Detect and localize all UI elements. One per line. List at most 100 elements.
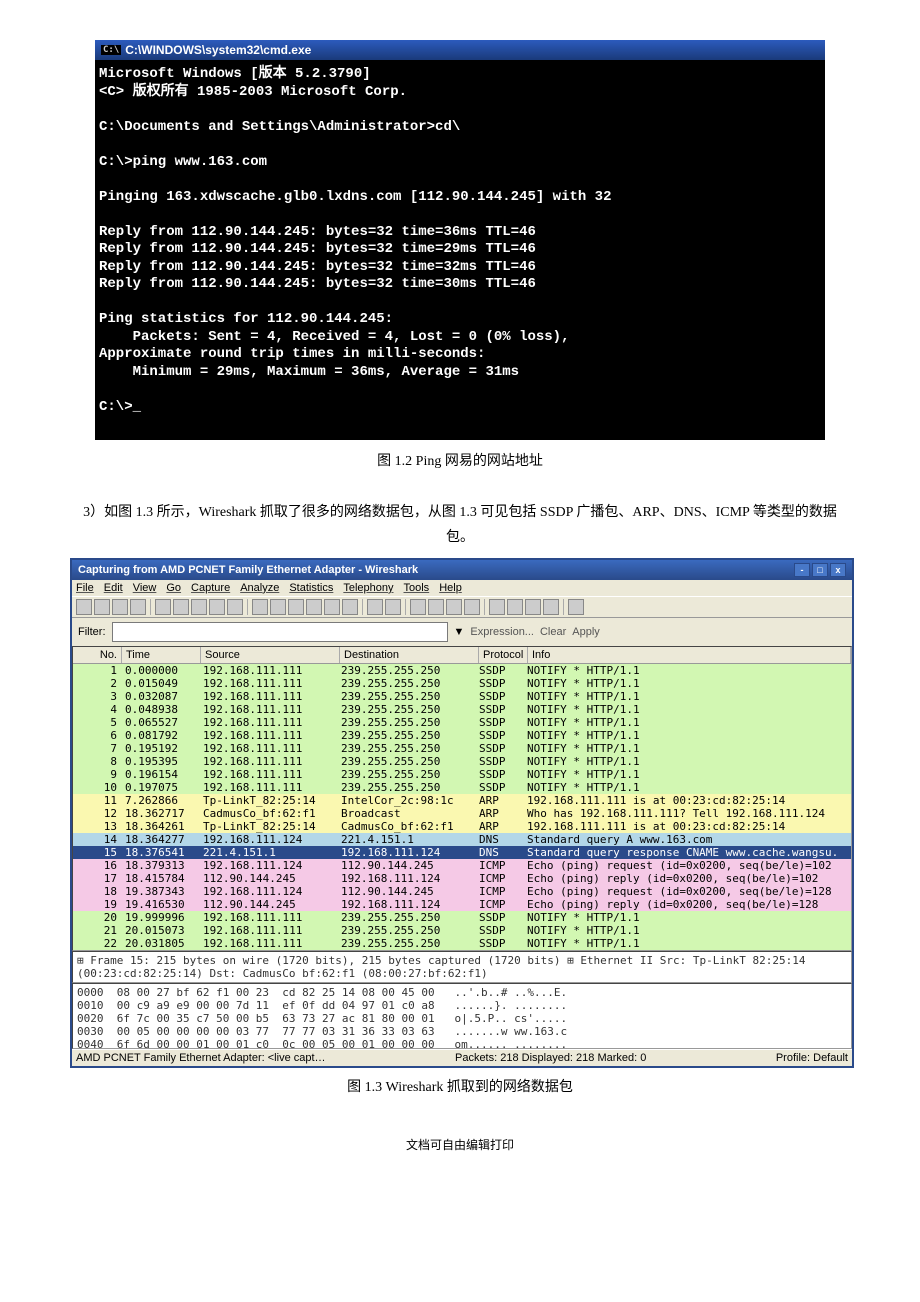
packet-row[interactable]: 90.196154192.168.111.111239.255.255.250S… <box>73 768 851 781</box>
packet-row[interactable]: 2019.999996192.168.111.111239.255.255.25… <box>73 911 851 924</box>
separator <box>150 599 151 615</box>
statusbar: AMD PCNET Family Ethernet Adapter: <live… <box>72 1049 852 1066</box>
packet-row[interactable]: 1718.415784112.90.144.245192.168.111.124… <box>73 872 851 885</box>
packet-row[interactable]: 117.262866Tp-LinkT_82:25:14IntelCor_2c:9… <box>73 794 851 807</box>
packet-row[interactable]: 40.048938192.168.111.111239.255.255.250S… <box>73 703 851 716</box>
col-destination[interactable]: Destination <box>340 647 479 663</box>
packet-row[interactable]: 1318.364261Tp-LinkT_82:25:14CadmusCo_bf:… <box>73 820 851 833</box>
toolbar-icon[interactable] <box>112 599 128 615</box>
toolbar-icon[interactable] <box>525 599 541 615</box>
toolbar-icon[interactable] <box>385 599 401 615</box>
wireshark-title-text: Capturing from AMD PCNET Family Ethernet… <box>78 564 418 576</box>
toolbar-icon[interactable] <box>568 599 584 615</box>
cmd-output: Microsoft Windows [版本 5.2.3790] <C> 版权所有… <box>95 60 825 440</box>
figure-1-2-caption: 图 1.2 Ping 网易的网站地址 <box>70 450 850 470</box>
expression-button[interactable]: Expression... <box>470 626 534 638</box>
filter-bar: Filter: ▼ Expression... Clear Apply <box>72 618 852 646</box>
toolbar-icon[interactable] <box>428 599 444 615</box>
wireshark-window: Capturing from AMD PCNET Family Ethernet… <box>70 558 854 1068</box>
menubar: File Edit View Go Capture Analyze Statistics Te… <box>72 580 852 596</box>
packet-row[interactable]: 2220.031805192.168.111.111239.255.255.25… <box>73 937 851 950</box>
col-source[interactable]: Source <box>201 647 340 663</box>
separator <box>362 599 363 615</box>
dropdown-icon[interactable]: ▼ <box>454 626 465 638</box>
menu-go[interactable]: Go <box>166 582 181 594</box>
menu-capture[interactable]: Capture <box>191 582 230 594</box>
toolbar-icon[interactable] <box>270 599 286 615</box>
col-info[interactable]: Info <box>528 647 851 663</box>
menu-view[interactable]: View <box>133 582 157 594</box>
toolbar-icon[interactable] <box>306 599 322 615</box>
menu-telephony[interactable]: Telephony <box>343 582 393 594</box>
maximize-button[interactable]: □ <box>812 563 828 577</box>
apply-button[interactable]: Apply <box>572 626 600 638</box>
status-packets: Packets: 218 Displayed: 218 Marked: 0 <box>455 1052 646 1064</box>
toolbar-icon[interactable] <box>155 599 171 615</box>
menu-help[interactable]: Help <box>439 582 462 594</box>
packet-row[interactable]: 20.015049192.168.111.111239.255.255.250S… <box>73 677 851 690</box>
filter-input[interactable] <box>112 622 448 642</box>
packet-row[interactable]: 1919.416530112.90.144.245192.168.111.124… <box>73 898 851 911</box>
col-protocol[interactable]: Protocol <box>479 647 528 663</box>
toolbar-icon[interactable] <box>507 599 523 615</box>
menu-tools[interactable]: Tools <box>404 582 430 594</box>
toolbar <box>72 596 852 618</box>
separator <box>563 599 564 615</box>
packet-row[interactable]: 60.081792192.168.111.111239.255.255.250S… <box>73 729 851 742</box>
close-button[interactable]: x <box>830 563 846 577</box>
separator <box>405 599 406 615</box>
packet-row[interactable]: 30.032087192.168.111.111239.255.255.250S… <box>73 690 851 703</box>
paragraph: 3）如图 1.3 所示，Wireshark 抓取了很多的网络数据包，从图 1.3… <box>70 500 850 550</box>
packet-bytes[interactable]: 0000 08 00 27 bf 62 f1 00 23 cd 82 25 14… <box>72 983 852 1049</box>
menu-edit[interactable]: Edit <box>104 582 123 594</box>
separator <box>484 599 485 615</box>
packet-row[interactable]: 1418.364277192.168.111.124221.4.151.1DNS… <box>73 833 851 846</box>
minimize-button[interactable]: - <box>794 563 810 577</box>
packet-row[interactable]: 1819.387343192.168.111.124112.90.144.245… <box>73 885 851 898</box>
packet-details[interactable]: ⊞ Frame 15: 215 bytes on wire (1720 bits… <box>72 951 852 983</box>
toolbar-icon[interactable] <box>446 599 462 615</box>
toolbar-icon[interactable] <box>76 599 92 615</box>
menu-statistics[interactable]: Statistics <box>289 582 333 594</box>
menu-analyze[interactable]: Analyze <box>240 582 279 594</box>
packet-row[interactable]: 10.000000192.168.111.111239.255.255.250S… <box>73 664 851 677</box>
packet-row[interactable]: 2120.015073192.168.111.111239.255.255.25… <box>73 924 851 937</box>
toolbar-icon[interactable] <box>288 599 304 615</box>
packet-row[interactable]: 80.195395192.168.111.111239.255.255.250S… <box>73 755 851 768</box>
packet-row[interactable]: 1518.376541221.4.151.1192.168.111.124DNS… <box>73 846 851 859</box>
filter-label: Filter: <box>78 626 106 638</box>
separator <box>247 599 248 615</box>
toolbar-icon[interactable] <box>489 599 505 615</box>
cmd-window: C:\ C:\WINDOWS\system32\cmd.exe Microsof… <box>95 40 825 440</box>
toolbar-icon[interactable] <box>367 599 383 615</box>
toolbar-icon[interactable] <box>209 599 225 615</box>
toolbar-icon[interactable] <box>410 599 426 615</box>
col-no[interactable]: No. <box>73 647 122 663</box>
clear-button[interactable]: Clear <box>540 626 566 638</box>
status-profile: Profile: Default <box>776 1052 848 1064</box>
menu-file[interactable]: File <box>76 582 94 594</box>
packet-row[interactable]: 100.197075192.168.111.111239.255.255.250… <box>73 781 851 794</box>
packet-row[interactable]: 1218.362717CadmusCo_bf:62:f1BroadcastARP… <box>73 807 851 820</box>
toolbar-icon[interactable] <box>342 599 358 615</box>
wireshark-titlebar: Capturing from AMD PCNET Family Ethernet… <box>72 560 852 580</box>
toolbar-icon[interactable] <box>464 599 480 615</box>
toolbar-icon[interactable] <box>191 599 207 615</box>
toolbar-icon[interactable] <box>173 599 189 615</box>
figure-1-3-caption: 图 1.3 Wireshark 抓取到的网络数据包 <box>70 1076 850 1096</box>
packet-list[interactable]: No. Time Source Destination Protocol Inf… <box>72 646 852 951</box>
col-time[interactable]: Time <box>122 647 201 663</box>
packet-row[interactable]: 1618.379313192.168.111.124112.90.144.245… <box>73 859 851 872</box>
cmd-titlebar: C:\ C:\WINDOWS\system32\cmd.exe <box>95 40 825 60</box>
toolbar-icon[interactable] <box>94 599 110 615</box>
toolbar-icon[interactable] <box>130 599 146 615</box>
toolbar-icon[interactable] <box>252 599 268 615</box>
packet-row[interactable]: 70.195192192.168.111.111239.255.255.250S… <box>73 742 851 755</box>
packet-row[interactable]: 50.065527192.168.111.111239.255.255.250S… <box>73 716 851 729</box>
cmd-title-text: C:\WINDOWS\system32\cmd.exe <box>125 43 311 57</box>
toolbar-icon[interactable] <box>543 599 559 615</box>
packet-list-header: No. Time Source Destination Protocol Inf… <box>73 647 851 664</box>
cmd-icon: C:\ <box>101 45 121 55</box>
toolbar-icon[interactable] <box>324 599 340 615</box>
toolbar-icon[interactable] <box>227 599 243 615</box>
